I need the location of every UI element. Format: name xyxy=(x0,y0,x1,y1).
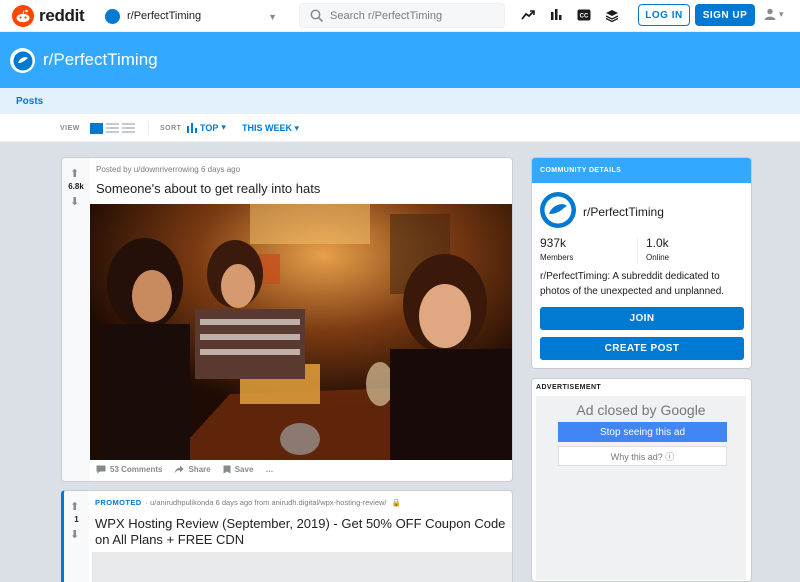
sort-chart-icon xyxy=(187,122,197,133)
promoted-badge: PROMOTED xyxy=(95,498,142,507)
view-mode-group xyxy=(90,123,135,134)
save-button[interactable]: Save xyxy=(223,465,254,474)
vote-column: ⬆ 6.8k ⬇ xyxy=(62,158,90,481)
nav-icon-group: CC xyxy=(520,7,620,23)
top-nav: reddit r/PerfectTiming ▼ Search r/Perfec… xyxy=(0,0,800,32)
vote-column: ⬆ 1 ⬇ xyxy=(64,491,89,582)
time-range-dropdown[interactable]: THIS WEEK ▾ xyxy=(242,123,299,134)
subreddit-selector-label: r/PerfectTiming xyxy=(127,10,202,22)
upvote-icon[interactable]: ⬆ xyxy=(70,500,79,513)
members-count: 937k xyxy=(540,236,567,250)
post-card[interactable]: ⬆ 6.8k ⬇ Posted by u/downriverrowing 6 d… xyxy=(61,157,513,482)
community-details-card: COMMUNITY DETAILS r/PerfectTiming 937k M… xyxy=(531,157,752,369)
user-icon xyxy=(764,8,776,20)
subreddit-title: r/PerfectTiming xyxy=(43,50,158,69)
divider xyxy=(637,238,638,263)
community-details-header: COMMUNITY DETAILS xyxy=(532,158,751,183)
community-name[interactable]: r/PerfectTiming xyxy=(583,205,664,219)
search-input[interactable]: Search r/PerfectTiming xyxy=(299,3,505,28)
promoted-post-title[interactable]: WPX Hosting Review (September, 2019) - G… xyxy=(95,516,510,548)
vote-count: 6.8k xyxy=(68,182,84,191)
sort-dropdown[interactable]: TOP ▾ xyxy=(187,122,226,133)
downvote-icon[interactable]: ⬇ xyxy=(70,528,79,541)
share-button[interactable]: Share xyxy=(174,465,211,474)
card-view-icon[interactable] xyxy=(90,123,103,134)
login-button[interactable]: LOG IN xyxy=(638,4,690,26)
comments-label: 53 Comments xyxy=(110,465,163,474)
online-count: 1.0k xyxy=(646,236,669,250)
promoted-post-card[interactable]: ⬆ 1 ⬇ PROMOTED · u/anirudhpulikonda 6 day… xyxy=(61,490,513,582)
ad-area: Ad closed by Google Stop seeing this ad … xyxy=(536,396,746,580)
compact-view-icon[interactable] xyxy=(122,123,135,134)
classic-view-icon[interactable] xyxy=(106,123,119,134)
subreddit-icon xyxy=(10,48,35,73)
post-image[interactable] xyxy=(90,204,512,460)
chevron-down-icon: ▾ xyxy=(294,123,300,133)
signup-button[interactable]: SIGN UP xyxy=(695,4,755,26)
sort-bar: VIEW SORT TOP ▾ THIS WEEK ▾ xyxy=(0,114,800,142)
share-icon xyxy=(174,465,184,474)
join-button[interactable]: JOIN xyxy=(540,307,744,330)
ad-closed-prefix: Ad closed by xyxy=(576,402,657,418)
post-actions: 53 Comments Share Save … xyxy=(96,465,273,474)
members-stat: 937k Members xyxy=(540,236,573,262)
tab-posts[interactable]: Posts xyxy=(16,96,43,107)
stop-seeing-ad-button[interactable]: Stop seeing this ad xyxy=(558,422,727,442)
comments-button[interactable]: 53 Comments xyxy=(96,465,162,474)
create-post-button[interactable]: CREATE POST xyxy=(540,337,744,360)
downvote-icon[interactable]: ⬇ xyxy=(70,195,79,208)
subreddit-selector[interactable]: r/PerfectTiming ▼ xyxy=(100,3,282,29)
layers-icon[interactable] xyxy=(604,7,620,23)
reddit-wordmark: reddit xyxy=(39,6,85,25)
more-options-button[interactable]: … xyxy=(265,465,273,474)
ad-closed-message: Ad closed by Google xyxy=(536,402,746,418)
promoted-post-media[interactable] xyxy=(92,552,512,582)
google-wordmark: Google xyxy=(660,402,706,418)
chevron-down-icon: ▼ xyxy=(268,12,277,22)
share-label: Share xyxy=(188,465,211,474)
post-meta: Posted by u/downriverrowing 6 days ago xyxy=(96,165,241,174)
user-menu[interactable]: ▾ xyxy=(764,8,784,20)
online-label: Online xyxy=(646,253,670,262)
popular-chart-icon[interactable] xyxy=(548,7,564,23)
online-stat: 1.0k Online xyxy=(646,236,669,262)
community-description: r/PerfectTiming: A subreddit dedicated t… xyxy=(540,271,725,297)
advertisement-card: ADVERTISEMENT Ad closed by Google Stop s… xyxy=(531,378,752,582)
svg-text:CC: CC xyxy=(580,14,589,20)
promoted-post-meta: PROMOTED · u/anirudhpulikonda 6 days ago … xyxy=(95,498,401,507)
upvote-icon[interactable]: ⬆ xyxy=(70,167,79,180)
time-range-value: THIS WEEK xyxy=(242,123,293,133)
trending-icon[interactable] xyxy=(520,7,536,23)
reddit-alien-icon xyxy=(12,5,34,27)
members-label: Members xyxy=(540,253,574,262)
promoted-post-source: · u/anirudhpulikonda 6 days ago from ani… xyxy=(145,498,387,507)
post-title[interactable]: Someone's about to get really into hats xyxy=(96,181,320,196)
subreddit-banner: r/PerfectTiming xyxy=(0,32,800,88)
sort-label: SORT xyxy=(160,125,182,132)
chevron-down-icon: ▾ xyxy=(221,122,226,132)
bookmark-icon xyxy=(223,465,231,474)
comment-icon xyxy=(96,465,106,474)
save-label: Save xyxy=(234,465,254,474)
subreddit-tabs: Posts xyxy=(0,88,800,114)
why-this-ad-button[interactable]: Why this ad? ⓘ xyxy=(558,446,727,466)
sort-value: TOP xyxy=(200,122,219,133)
lock-icon: 🔒 xyxy=(391,498,401,507)
chevron-down-icon: ▾ xyxy=(779,8,784,19)
search-placeholder: Search r/PerfectTiming xyxy=(330,9,443,22)
view-label: VIEW xyxy=(60,125,80,132)
community-icon xyxy=(540,192,576,228)
subreddit-icon xyxy=(105,8,120,24)
vote-count: 1 xyxy=(74,515,79,524)
reddit-logo[interactable]: reddit xyxy=(12,5,85,27)
advertisement-label: ADVERTISEMENT xyxy=(536,384,602,391)
search-icon xyxy=(310,9,324,22)
divider xyxy=(148,122,149,135)
closed-caption-icon[interactable]: CC xyxy=(576,7,592,23)
